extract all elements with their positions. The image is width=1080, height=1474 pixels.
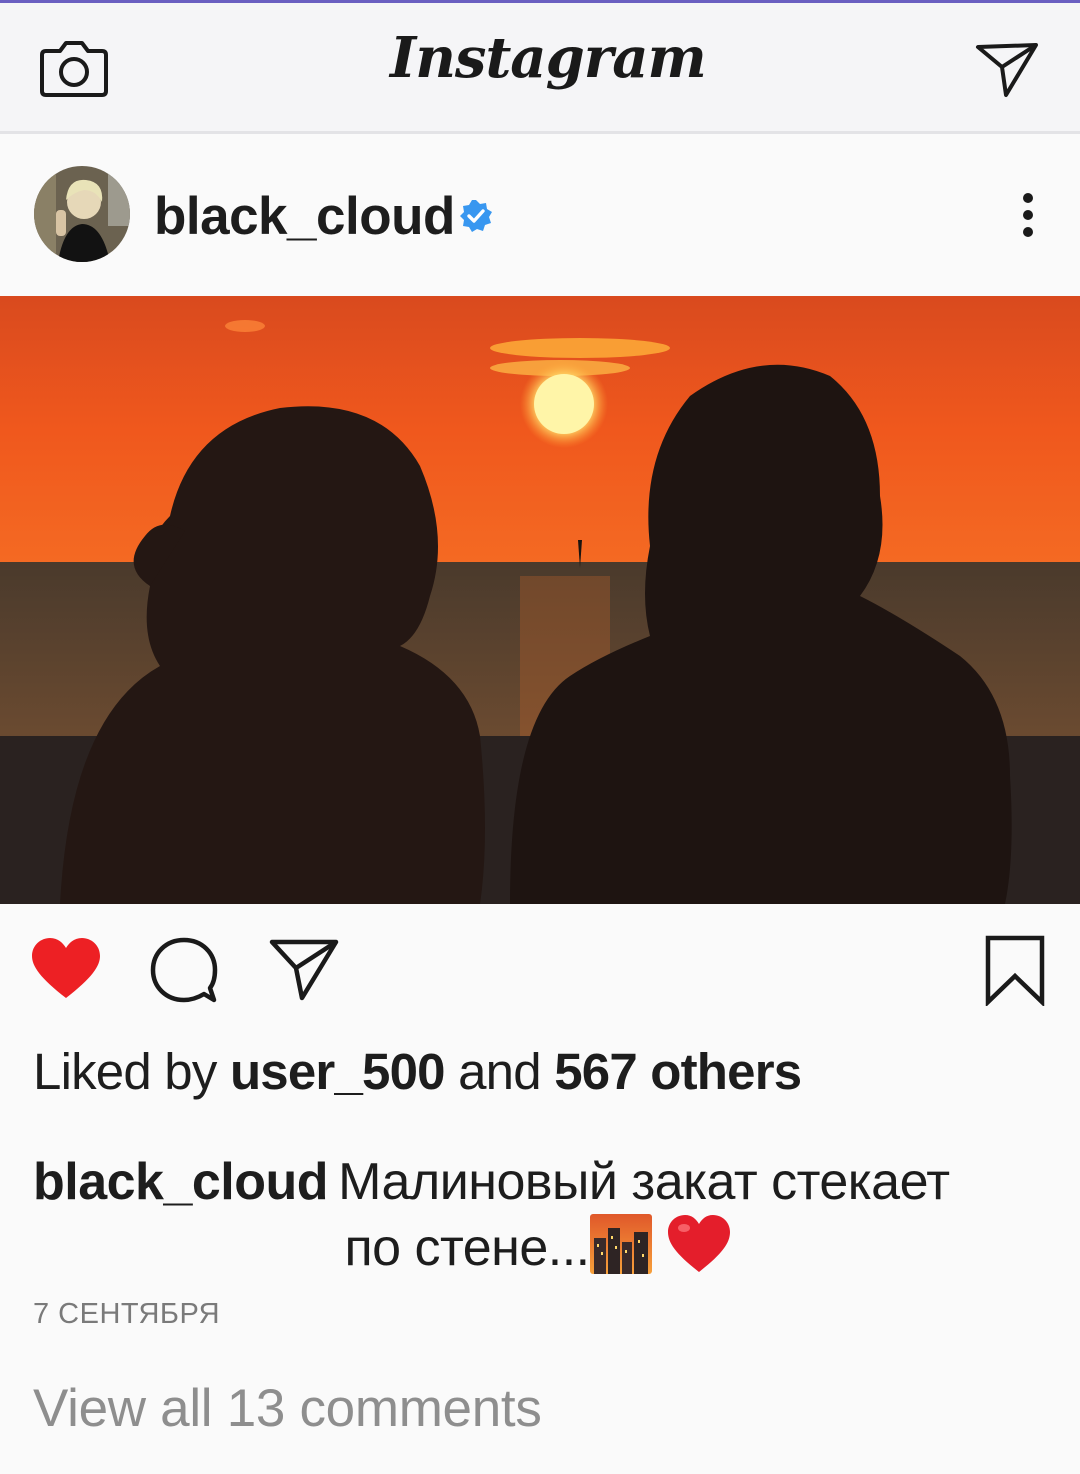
- caption-username[interactable]: black_cloud: [33, 1153, 329, 1211]
- comment-button[interactable]: [148, 936, 220, 1006]
- post-actions: [0, 904, 1080, 1034]
- camera-button[interactable]: [38, 39, 110, 99]
- instagram-logo: Instagram: [390, 25, 707, 91]
- sunset-image: [0, 296, 1080, 904]
- verified-badge-icon: [458, 198, 494, 234]
- caption-line1: Малиновый закат стекает: [338, 1153, 950, 1211]
- post-date: 7 СЕНТЯБРЯ: [33, 1298, 221, 1330]
- avatar-image: [34, 166, 130, 262]
- direct-message-button[interactable]: [972, 37, 1042, 101]
- liked-by-user[interactable]: user_500: [230, 1043, 446, 1100]
- heart-filled-icon: [32, 938, 100, 998]
- post-username[interactable]: black_cloud: [154, 186, 455, 247]
- city-sunset-emoji-icon: [589, 1214, 652, 1274]
- save-button[interactable]: [982, 934, 1048, 1008]
- post-photo[interactable]: [0, 296, 1080, 904]
- avatar[interactable]: [34, 166, 130, 262]
- caption-line2: по стене...: [344, 1219, 590, 1278]
- red-heart-emoji-icon: [667, 1215, 730, 1272]
- like-button[interactable]: [30, 936, 102, 1002]
- view-comments-link[interactable]: View all 13 comments: [33, 1378, 542, 1439]
- bookmark-icon: [985, 935, 1045, 1008]
- comment-bubble-icon: [150, 937, 218, 1003]
- top-app-bar: Instagram: [0, 3, 1080, 134]
- paper-plane-icon: [976, 43, 1038, 97]
- likes-others[interactable]: 567 others: [554, 1043, 802, 1100]
- post-caption: black_cloud Малиновый закат стекает по ст…: [33, 1150, 1043, 1289]
- likes-middle: and: [458, 1043, 542, 1100]
- post-header: black_cloud: [0, 134, 1080, 296]
- share-button[interactable]: [268, 934, 340, 1004]
- more-options-button[interactable]: [1012, 192, 1044, 238]
- likes-summary[interactable]: Liked by user_500 and 567 others: [33, 1042, 802, 1101]
- vertical-dots-icon: [1023, 193, 1033, 237]
- camera-icon: [40, 41, 108, 97]
- likes-prefix: Liked by: [33, 1043, 217, 1100]
- paper-plane-icon: [269, 939, 339, 1001]
